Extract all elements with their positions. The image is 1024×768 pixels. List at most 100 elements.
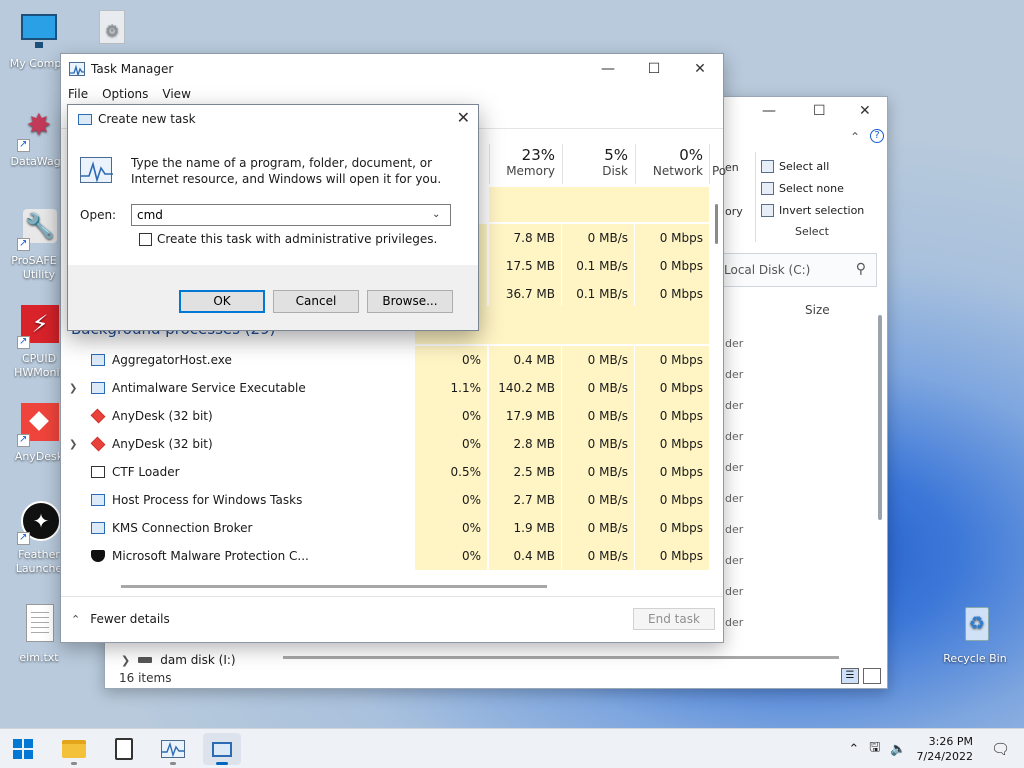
table-row[interactable]: AggregatorHost.exe 0% 0.4 MB 0 MB/s 0 Mbps: [61, 346, 709, 374]
menu-options[interactable]: Options: [102, 87, 148, 101]
column-header-network[interactable]: 0% Network: [635, 144, 709, 184]
dialog-titlebar[interactable]: Create new task: [68, 105, 478, 133]
open-input[interactable]: [131, 204, 451, 226]
taskbar: ⌃ 🖫 🔈 3:26 PM 7/24/2022 🗨: [0, 728, 1024, 768]
view-toggle: ☰: [841, 668, 881, 684]
select-none-button[interactable]: Select none: [761, 177, 881, 199]
browse-button[interactable]: Browse...: [367, 290, 453, 313]
network-icon[interactable]: 🖫: [869, 738, 880, 760]
column-header-disk[interactable]: 5% Disk: [562, 144, 634, 184]
maximize-button[interactable]: ☐: [813, 103, 826, 119]
details-view-icon[interactable]: ☰: [841, 668, 859, 684]
list-item[interactable]: der: [725, 399, 743, 412]
table-row[interactable]: AnyDesk (32 bit) 0% 17.9 MB 0 MB/s 0 Mbps: [61, 402, 709, 430]
list-item[interactable]: der: [725, 492, 743, 505]
help-icon[interactable]: ?: [870, 129, 884, 143]
taskbar-file-explorer[interactable]: [55, 733, 93, 765]
invert-selection-button[interactable]: Invert selection: [761, 199, 881, 221]
cell-disk: 0 MB/s: [562, 402, 634, 430]
chevron-right-icon[interactable]: ❯: [121, 654, 130, 667]
chevron-down-icon[interactable]: ⌄: [432, 209, 440, 220]
column-header-power[interactable]: Po: [709, 144, 726, 184]
table-row[interactable]: KMS Connection Broker 0% 1.9 MB 0 MB/s 0 Mbp…: [61, 514, 709, 542]
close-button[interactable]: ✕: [859, 103, 871, 119]
maximize-button[interactable]: ☐: [631, 54, 677, 84]
admin-privileges-label: Create this task with administrative pri…: [157, 232, 438, 246]
list-item[interactable]: der: [725, 430, 743, 443]
close-button[interactable]: ✕: [677, 54, 723, 84]
column-header-memory[interactable]: 23% Memory: [489, 144, 561, 184]
explorer-search-placeholder: Local Disk (C:): [724, 263, 811, 277]
cell-cpu: 0%: [415, 402, 487, 430]
datawago-icon: ✸: [17, 108, 61, 152]
fewer-details-button[interactable]: ⌃ Fewer details: [71, 612, 170, 626]
monitor-icon: [17, 10, 61, 54]
start-button[interactable]: [4, 733, 42, 765]
explorer-search-box[interactable]: Local Disk (C:) ⚲: [715, 253, 877, 287]
cell-disk: 0.1 MB/s: [562, 280, 634, 308]
table-row[interactable]: ❯ AnyDesk (32 bit) 0% 2.8 MB 0 MB/s 0 Mbps: [61, 430, 709, 458]
table-row[interactable]: Host Process for Windows Tasks 0% 2.7 MB 0 …: [61, 486, 709, 514]
explorer-scrollbar[interactable]: [878, 315, 882, 520]
list-item[interactable]: der: [725, 337, 743, 350]
collapse-ribbon-icon[interactable]: ⌃: [850, 130, 860, 144]
large-icons-view-icon[interactable]: [863, 668, 881, 684]
process-name: AggregatorHost.exe: [112, 353, 232, 367]
cell-net: 0 Mbps: [635, 514, 709, 542]
menu-view[interactable]: View: [162, 87, 190, 101]
table-row[interactable]: CTF Loader 0.5% 2.5 MB 0 MB/s 0 Mbps: [61, 458, 709, 486]
admin-privileges-checkbox[interactable]: Create this task with administrative pri…: [139, 232, 437, 246]
list-item[interactable]: der: [725, 554, 743, 567]
taskbar-task-manager[interactable]: [154, 733, 192, 765]
task-manager-horizontal-scrollbar[interactable]: [121, 585, 547, 588]
ribbon-group-label: Select: [795, 225, 829, 238]
desktop-icon-file[interactable]: ⚙: [73, 8, 149, 55]
size-column-header[interactable]: Size: [805, 303, 830, 317]
speaker-icon[interactable]: 🔈: [890, 742, 906, 757]
cell-mem: 36.7 MB: [489, 280, 561, 308]
task-manager-icon: [161, 740, 185, 758]
cell-mem: 2.7 MB: [489, 486, 561, 514]
list-item[interactable]: der: [725, 616, 743, 629]
cell-mem: 17.5 MB: [489, 252, 561, 280]
menu-bar: File Options View: [61, 84, 723, 104]
notification-icon[interactable]: 🗨: [991, 740, 1010, 758]
cell-net: 0 Mbps: [635, 486, 709, 514]
cell-cpu: 0.5%: [415, 458, 487, 486]
checkbox-box[interactable]: [139, 232, 152, 246]
cell-disk: 0 MB/s: [562, 542, 634, 570]
drive-label: dam disk (I:): [160, 653, 236, 667]
ok-button[interactable]: OK: [179, 290, 265, 313]
table-row[interactable]: ❯ Antimalware Service Executable 1.1% 140.2…: [61, 374, 709, 402]
close-icon[interactable]: ✕: [457, 108, 470, 127]
taskbar-run-dialog[interactable]: [203, 733, 241, 765]
select-all-button[interactable]: Select all: [761, 155, 881, 177]
list-item[interactable]: der: [725, 523, 743, 536]
cell-net: 0 Mbps: [635, 252, 709, 280]
table-row[interactable]: Microsoft Malware Protection C... 0% 0.4 M…: [61, 542, 709, 570]
list-item[interactable]: der: [725, 461, 743, 474]
taskbar-notepad[interactable]: [105, 733, 143, 765]
clock[interactable]: 3:26 PM 7/24/2022: [917, 734, 973, 764]
task-manager-scrollbar[interactable]: [715, 204, 718, 244]
end-task-button[interactable]: End task: [633, 608, 715, 630]
cell-net: 0 Mbps: [635, 542, 709, 570]
list-item[interactable]: der: [725, 585, 743, 598]
cancel-button[interactable]: Cancel: [273, 290, 359, 313]
disk-label: Disk: [602, 164, 628, 178]
chevron-right-icon[interactable]: ❯: [69, 383, 77, 394]
minimize-button[interactable]: —: [762, 103, 776, 119]
nav-item-drive[interactable]: ❯ dam disk (I:): [121, 653, 236, 667]
app-window-icon: [91, 354, 105, 366]
chevron-up-icon[interactable]: ⌃: [848, 742, 859, 757]
minimize-button[interactable]: —: [585, 54, 631, 84]
menu-file[interactable]: File: [68, 87, 88, 101]
network-label: Network: [652, 164, 703, 178]
select-none-icon: [761, 181, 774, 195]
wrench-icon: 🔧: [17, 207, 61, 251]
create-new-task-dialog[interactable]: Create new task ✕ Type the name of a pro…: [67, 104, 479, 331]
list-item[interactable]: der: [725, 368, 743, 381]
desktop-icon-recycle-bin[interactable]: ♻ Recycle Bin: [937, 605, 1013, 666]
chevron-right-icon[interactable]: ❯: [69, 439, 77, 450]
explorer-horizontal-scrollbar[interactable]: [283, 656, 839, 659]
